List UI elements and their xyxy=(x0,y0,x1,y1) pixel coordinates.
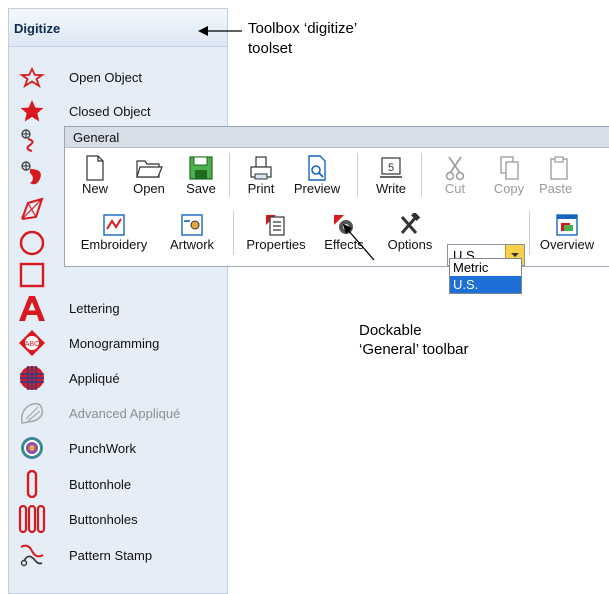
toolbox-callout-arrow xyxy=(198,26,242,36)
embroidery-button[interactable]: Embroidery xyxy=(73,213,155,252)
tool-lettering[interactable]: Lettering xyxy=(9,294,227,322)
svg-text:ABC: ABC xyxy=(25,341,39,348)
paste-button[interactable]: Paste xyxy=(539,155,585,196)
pattern-stamp-icon xyxy=(20,544,44,567)
advanced-applique-icon xyxy=(20,402,44,424)
print-icon xyxy=(250,156,272,180)
tool-closed-object[interactable]: Closed Object xyxy=(9,97,227,125)
toolbox-panel: Digitize Open Object Closed Object Lette… xyxy=(8,8,228,594)
tool-pattern-stamp[interactable]: Pattern Stamp xyxy=(9,541,227,569)
copy-button[interactable]: Copy xyxy=(489,155,529,196)
options-button[interactable]: Options xyxy=(381,213,439,252)
buttonholes-icon xyxy=(18,505,46,533)
separator xyxy=(421,153,422,197)
input-c-icon xyxy=(21,197,44,220)
tool-label: Closed Object xyxy=(69,104,151,119)
tool-label: PunchWork xyxy=(69,441,136,456)
tool-applique[interactable]: Appliqué xyxy=(9,364,227,392)
tool-label: Appliqué xyxy=(69,371,120,386)
save-button[interactable]: Save xyxy=(183,155,219,196)
lettering-icon xyxy=(19,296,45,321)
cut-button[interactable]: Cut xyxy=(437,155,473,196)
units-option-us[interactable]: U.S. xyxy=(450,276,521,293)
svg-text:5: 5 xyxy=(388,162,394,174)
rectangle-icon xyxy=(19,262,45,288)
tool-buttonholes[interactable]: Buttonholes xyxy=(9,505,227,533)
preview-button[interactable]: Preview xyxy=(289,155,345,196)
artwork-icon xyxy=(181,214,203,236)
separator xyxy=(357,153,358,197)
effects-callout-arrow xyxy=(343,224,375,261)
tool-monogramming[interactable]: ABC Monogramming xyxy=(9,329,227,357)
toolbox-callout-line1: Toolbox ‘digitize’ xyxy=(248,20,358,37)
applique-icon xyxy=(20,366,44,390)
open-object-icon xyxy=(19,66,45,89)
tool-label: Advanced Appliqué xyxy=(69,406,181,421)
new-button[interactable]: New xyxy=(77,155,113,196)
tool-label: Buttonholes xyxy=(69,512,138,527)
embroidery-icon xyxy=(103,214,125,236)
open-button[interactable]: Open xyxy=(129,155,169,196)
general-toolbar-title[interactable]: General xyxy=(65,127,609,148)
overview-button[interactable]: Overview xyxy=(535,213,599,252)
units-option-metric[interactable]: Metric xyxy=(450,259,521,276)
general-callout-line2: ‘General’ toolbar xyxy=(359,341,469,358)
tool-label: Pattern Stamp xyxy=(69,548,153,563)
punchwork-icon xyxy=(21,437,43,459)
paste-icon xyxy=(550,156,568,180)
tool-label: Buttonhole xyxy=(69,477,132,492)
toolbox-callout-line2: toolset xyxy=(248,40,293,57)
write-button[interactable]: 5 Write xyxy=(371,155,411,196)
units-dropdown: Metric U.S. xyxy=(449,258,522,294)
properties-button[interactable]: Properties xyxy=(239,213,313,252)
preview-icon xyxy=(308,155,326,181)
copy-icon xyxy=(500,156,519,180)
new-icon xyxy=(86,155,104,181)
write-icon: 5 xyxy=(380,157,402,178)
cut-icon xyxy=(445,156,465,181)
options-icon xyxy=(400,213,421,234)
circle-icon xyxy=(19,230,45,256)
artwork-button[interactable]: Artwork xyxy=(161,213,223,252)
tool-open-object[interactable]: Open Object xyxy=(9,63,227,91)
buttonhole-icon xyxy=(26,470,38,498)
overview-icon xyxy=(556,214,578,236)
tool-label: Open Object xyxy=(69,70,142,85)
separator xyxy=(233,211,234,255)
toolbox-title: Digitize xyxy=(9,9,227,47)
save-icon xyxy=(189,156,213,180)
monogramming-icon: ABC xyxy=(19,330,45,356)
tool-buttonhole[interactable]: Buttonhole xyxy=(9,470,227,498)
input-a-icon xyxy=(21,129,34,152)
tool-advanced-applique: Advanced Appliqué xyxy=(9,399,227,427)
tool-label: Monogramming xyxy=(69,336,160,351)
input-b-icon xyxy=(21,161,41,185)
separator xyxy=(529,211,530,255)
open-folder-icon xyxy=(136,160,163,178)
tool-punchwork[interactable]: PunchWork xyxy=(9,434,227,462)
separator xyxy=(229,153,230,197)
properties-icon xyxy=(266,215,285,236)
print-button[interactable]: Print xyxy=(243,155,279,196)
closed-object-icon xyxy=(20,100,44,122)
tool-label: Lettering xyxy=(69,301,120,316)
general-toolbar: General New Open Save Print Preview 5 Wr… xyxy=(64,126,609,267)
general-callout-line1: Dockable xyxy=(359,322,422,339)
